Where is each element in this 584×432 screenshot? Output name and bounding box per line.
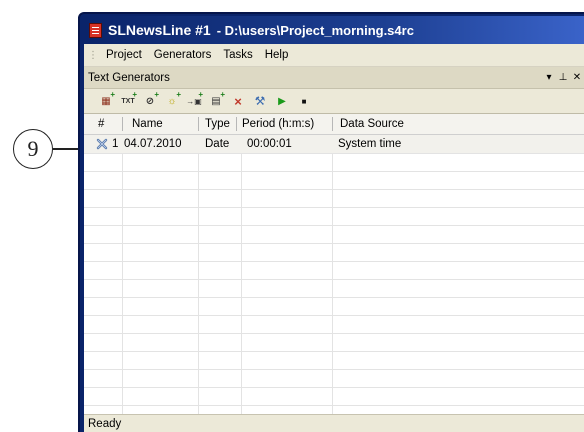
panel-pin-icon[interactable]: ⊥ [556,72,570,83]
generators-table[interactable]: # Name Type Period (h:m:s) Data Source 1… [84,114,584,414]
cell-type: Date [205,138,230,150]
column-header-name[interactable]: Name [132,114,163,134]
menu-project[interactable]: Project [100,49,148,61]
column-header-data-source[interactable]: Data Source [340,114,404,134]
menu-help[interactable]: Help [259,49,295,61]
app-icon[interactable] [89,22,102,38]
callout-number: 9 [13,129,53,169]
cell-period: 00:00:01 [247,138,292,150]
menu-grip-icon[interactable]: ⋮ [88,50,98,61]
panel-title: Text Generators [88,71,170,84]
window-title-path: - D:\users\Project_morning.s4rc [216,22,414,38]
add-sun-generator-icon[interactable]: ☼ + [162,90,182,110]
panel-close-icon[interactable]: ✕ [570,72,584,83]
play-icon[interactable]: ▶ [272,92,292,110]
column-header-type[interactable]: Type [205,114,230,134]
cell-data-source: System time [338,138,402,150]
add-image-generator-icon[interactable]: ▦ + [96,90,116,110]
toolbar: ▦ + TXT + ⊘ + ☼ + →▣ + ▤ + × ⚒ ▶ ■ [84,89,584,114]
table-row[interactable]: 1 04.07.2010 Date 00:00:01 System time [84,135,584,153]
column-header-period[interactable]: Period (h:m:s) [242,114,314,134]
cell-name: 04.07.2010 [124,138,182,150]
add-calendar-generator-icon[interactable]: ▤ + [206,90,226,110]
menu-generators[interactable]: Generators [148,49,218,61]
screenshot-stage: 9 SLNewsLine #1 - D:\users\Project_morni… [0,0,584,432]
cell-number: 1 [112,138,119,150]
add-clock-generator-icon[interactable]: ⊘ + [140,90,160,110]
menu-tasks[interactable]: Tasks [217,49,258,61]
add-text-generator-icon[interactable]: TXT + [118,90,138,110]
delete-icon[interactable]: × [228,92,248,110]
menu-bar: ⋮ Project Generators Tasks Help [84,44,584,67]
window-title-app: SLNewsLine #1 [108,22,211,38]
add-import-generator-icon[interactable]: →▣ + [184,90,204,110]
panel-header: Text Generators ▾ ⊥ ✕ [84,67,584,89]
stop-icon[interactable]: ■ [294,92,314,110]
tools-icon[interactable]: ⚒ [250,92,270,110]
generator-status-icon[interactable] [96,138,108,150]
title-bar[interactable]: SLNewsLine #1 - D:\users\Project_morning… [84,16,584,44]
status-bar: Ready [84,414,584,432]
status-text: Ready [88,418,122,430]
panel-dropdown-icon[interactable]: ▾ [542,72,556,83]
column-header-number[interactable]: # [98,114,104,134]
table-header: # Name Type Period (h:m:s) Data Source [84,114,584,135]
panel-controls: ▾ ⊥ ✕ [542,67,584,88]
